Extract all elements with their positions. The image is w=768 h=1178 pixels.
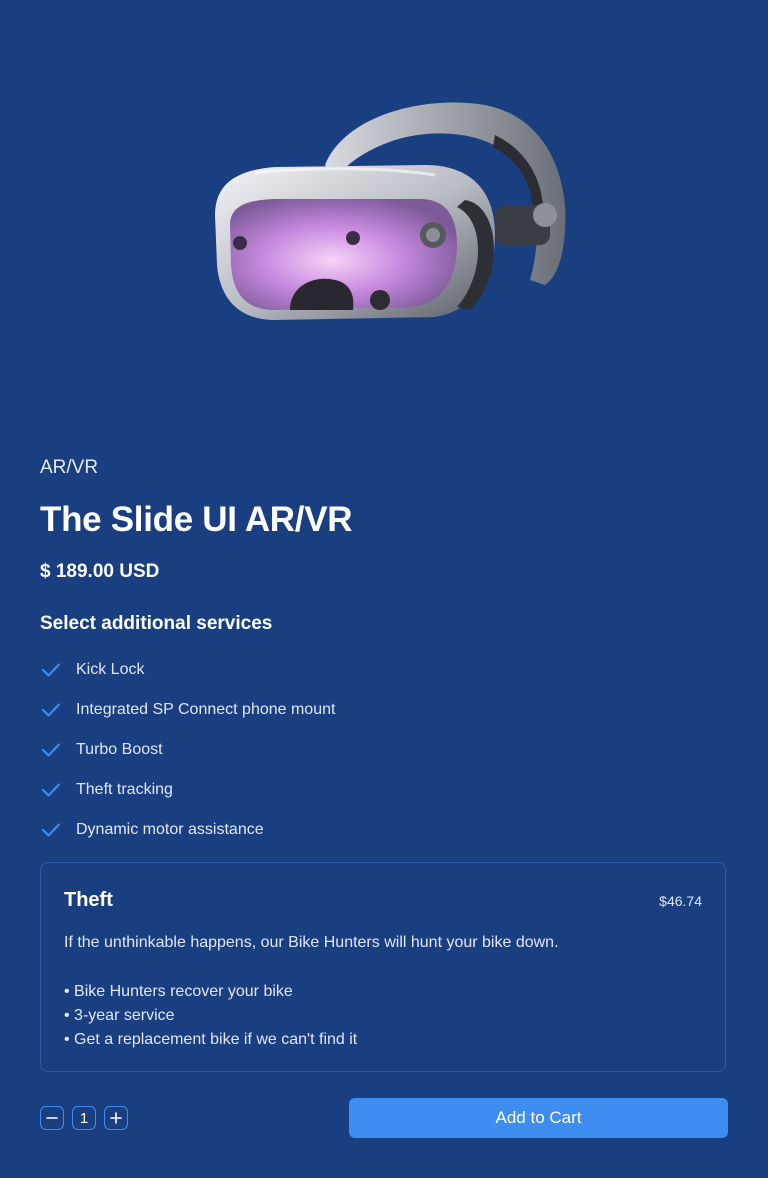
detail-bullet: • Bike Hunters recover your bike <box>64 983 293 1000</box>
product-category: AR/VR <box>40 457 99 478</box>
add-to-cart-button[interactable]: Add to Cart <box>349 1098 728 1138</box>
increment-button[interactable] <box>104 1106 128 1130</box>
service-item[interactable]: Theft tracking <box>40 770 640 810</box>
service-item[interactable]: Dynamic motor assistance <box>40 810 640 850</box>
service-label: Integrated SP Connect phone mount <box>76 701 336 718</box>
detail-bullet: • Get a replacement bike if we can't fin… <box>64 1031 358 1048</box>
plus-icon <box>110 1112 122 1124</box>
services-list: Kick Lock Integrated SP Connect phone mo… <box>40 650 640 850</box>
quantity-stepper: 1 <box>40 1106 128 1130</box>
service-label: Kick Lock <box>76 661 145 678</box>
detail-bullet: • 3-year service <box>64 1007 175 1024</box>
service-item[interactable]: Kick Lock <box>40 650 640 690</box>
minus-icon <box>46 1117 58 1119</box>
decrement-button[interactable] <box>40 1106 64 1130</box>
product-title: The Slide UI AR/VR <box>40 500 353 539</box>
vr-headset-icon <box>215 102 566 320</box>
check-icon <box>40 819 62 841</box>
service-label: Theft tracking <box>76 781 173 798</box>
detail-price: $46.74 <box>659 893 702 909</box>
check-icon <box>40 739 62 761</box>
service-detail-card: Theft $46.74 If the unthinkable happens,… <box>40 862 726 1072</box>
product-hero <box>0 0 768 420</box>
check-icon <box>40 699 62 721</box>
check-icon <box>40 659 62 681</box>
service-item[interactable]: Integrated SP Connect phone mount <box>40 690 640 730</box>
service-label: Turbo Boost <box>76 741 163 758</box>
detail-description: If the unthinkable happens, our Bike Hun… <box>64 934 559 951</box>
services-heading: Select additional services <box>40 613 273 634</box>
service-label: Dynamic motor assistance <box>76 821 264 838</box>
quantity-value[interactable]: 1 <box>72 1106 96 1130</box>
service-item[interactable]: Turbo Boost <box>40 730 640 770</box>
detail-bullets: • Bike Hunters recover your bike • 3-yea… <box>64 980 357 1052</box>
detail-title: Theft <box>64 889 113 911</box>
check-icon <box>40 779 62 801</box>
product-price: $ 189.00 USD <box>40 561 160 582</box>
